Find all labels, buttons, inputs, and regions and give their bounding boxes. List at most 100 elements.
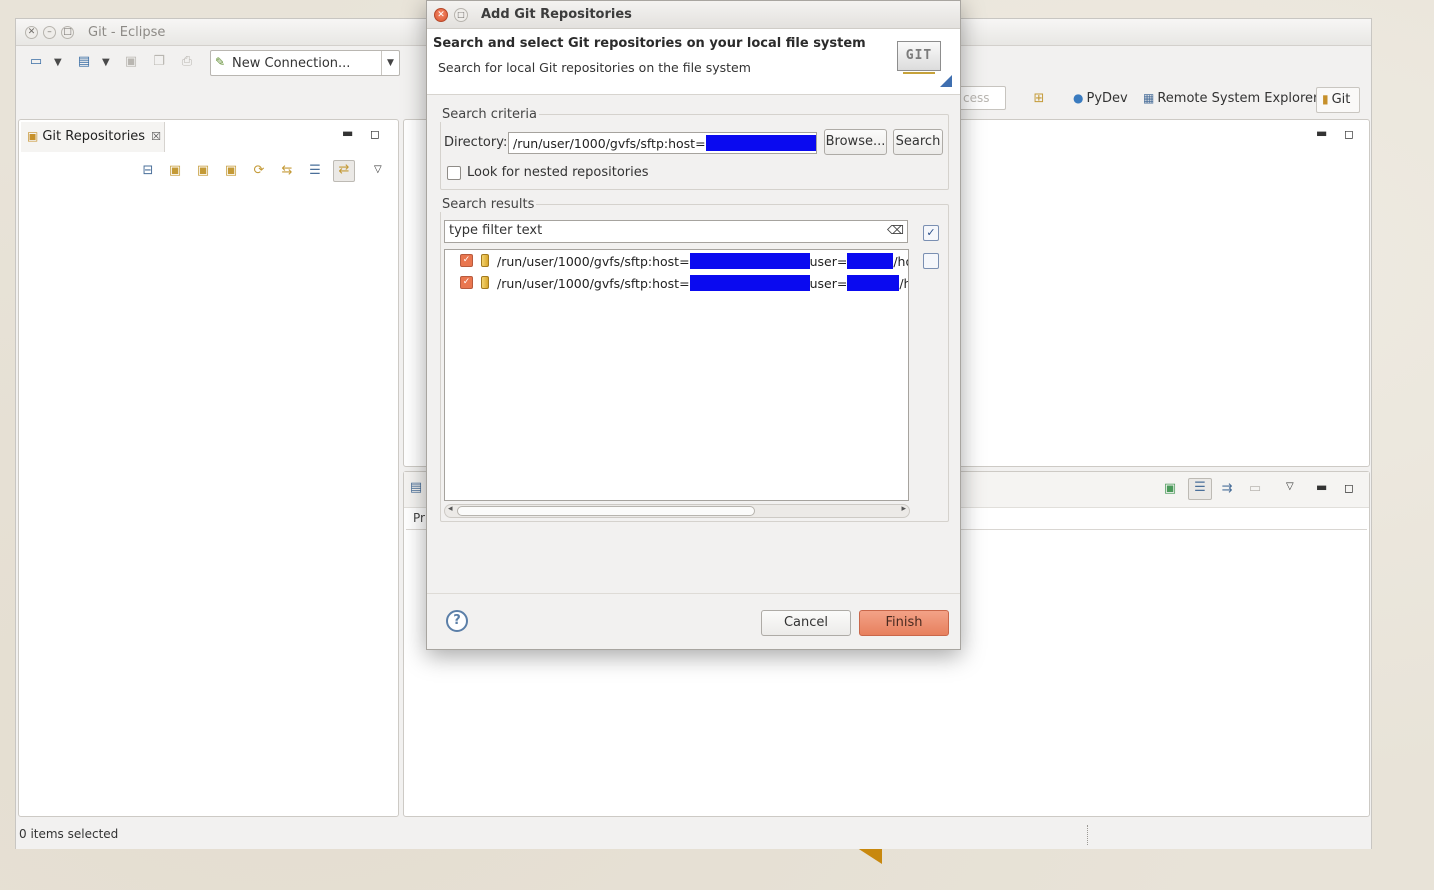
window-minimize-icon[interactable]: –	[43, 26, 56, 39]
show-categories-icon[interactable]: ☰	[1188, 478, 1212, 500]
git-logo-stand	[903, 72, 935, 77]
repository-path: /run/user/1000/gvfs/sftp:host= user= /hor	[497, 253, 908, 269]
maximize-view-icon[interactable]: ◻	[1344, 481, 1354, 495]
cancel-button[interactable]: Cancel	[761, 610, 851, 636]
minimize-view-icon[interactable]: ▬	[1316, 480, 1327, 494]
path-user: user=	[809, 276, 848, 291]
directory-label: Directory:	[444, 135, 508, 150]
perspective-git-label: Git	[1331, 92, 1351, 107]
link-with-editor-icon[interactable]: ⇄	[333, 160, 355, 182]
scroll-right-icon[interactable]: ▸	[901, 504, 906, 514]
redacted-host	[689, 275, 810, 291]
repository-path: /run/user/1000/gvfs/sftp:host= user= /hor	[497, 275, 908, 291]
window-maximize-icon[interactable]: □	[61, 26, 74, 39]
window-close-icon[interactable]: ✕	[25, 26, 38, 39]
nested-repositories-checkbox[interactable]	[447, 166, 461, 180]
scrollbar-thumb[interactable]	[457, 506, 755, 516]
clear-filter-icon[interactable]: ⌫	[887, 223, 904, 237]
perspective-pydev-label: PyDev	[1086, 91, 1128, 106]
repository-icon	[481, 276, 489, 289]
banner-description: Search for local Git repositories on the…	[438, 60, 751, 75]
open-perspective-icon[interactable]: ⊞	[1030, 90, 1048, 108]
status-separator	[1087, 825, 1088, 845]
browse-button[interactable]: Browse...	[824, 129, 887, 155]
close-icon[interactable]: ☒	[151, 130, 161, 143]
result-checkbox[interactable]: ✓	[460, 276, 473, 289]
close-icon[interactable]: ✕	[434, 8, 448, 22]
show-advanced-icon[interactable]: ⇉	[1218, 480, 1236, 498]
nested-repositories-label: Look for nested repositories	[467, 165, 649, 180]
new-connection-label: New Connection...	[232, 56, 351, 71]
save-all-icon[interactable]: ❐	[150, 53, 168, 71]
rse-icon: ▦	[1143, 91, 1155, 105]
status-bar: 0 items selected	[16, 821, 1371, 849]
perspective-rse[interactable]: ▦ Remote System Explorer	[1138, 87, 1323, 113]
maximize-editor-icon[interactable]: ◻	[1344, 127, 1354, 141]
refresh-icon[interactable]: ⟳	[250, 162, 268, 180]
directory-field[interactable]: /run/user/1000/gvfs/sftp:host=	[508, 132, 817, 154]
scroll-left-icon[interactable]: ◂	[448, 504, 453, 514]
path-prefix: /run/user/1000/gvfs/sftp:host=	[497, 254, 690, 269]
pydev-icon: ●	[1073, 91, 1084, 105]
new-connection-combo[interactable]: ✎ New Connection... ▼	[210, 50, 400, 76]
add-repository-icon[interactable]: ▣	[166, 162, 184, 180]
tab-git-repositories[interactable]: ▣ Git Repositories ☒	[21, 122, 165, 152]
result-checkbox[interactable]: ✓	[460, 254, 473, 267]
git-logo-icon: GIT	[897, 41, 941, 71]
quick-access-field[interactable]: cess	[954, 86, 1006, 110]
list-item[interactable]: ✓ /run/user/1000/gvfs/sftp:host= user= /ho…	[445, 273, 908, 293]
help-icon[interactable]: ?	[446, 610, 468, 632]
new-file-icon[interactable]: ▭	[27, 53, 45, 71]
collapse-all-icon[interactable]: ⊟	[139, 162, 157, 180]
deselect-all-icon[interactable]	[923, 253, 939, 269]
view-menu-icon[interactable]: ▽	[1286, 481, 1294, 492]
banner-corner-icon	[940, 75, 952, 87]
perspective-pydev[interactable]: ● PyDev	[1068, 87, 1133, 113]
save-icon[interactable]: ▣	[122, 53, 140, 71]
path-suffix: /hor	[899, 276, 908, 291]
restore-default-icon[interactable]: ▭	[1246, 480, 1264, 498]
perspective-git[interactable]: ▮ Git	[1316, 87, 1360, 113]
dialog-titlebar: ✕ □ Add Git Repositories	[427, 1, 960, 29]
results-list[interactable]: ✓ /run/user/1000/gvfs/sftp:host= user= /ho…	[444, 249, 909, 501]
new-project-icon[interactable]: ▤	[75, 53, 93, 71]
maximize-icon[interactable]: □	[454, 8, 468, 22]
directory-value: /run/user/1000/gvfs/sftp:host=	[513, 136, 706, 151]
print-icon[interactable]: ⎙	[178, 53, 196, 71]
new-window-icon[interactable]: ▣	[1161, 480, 1179, 498]
project-dropdown-icon[interactable]: ▼	[102, 57, 110, 68]
minimize-view-icon[interactable]: ▬	[342, 126, 353, 140]
path-prefix: /run/user/1000/gvfs/sftp:host=	[497, 276, 690, 291]
path-user: user=	[809, 254, 848, 269]
filter-input[interactable]: type filter text ⌫	[444, 220, 908, 243]
chevron-down-icon[interactable]: ▼	[381, 51, 399, 75]
create-repository-icon[interactable]: ▣	[222, 162, 240, 180]
minimize-editor-icon[interactable]: ▬	[1316, 126, 1327, 140]
git-repositories-icon: ▣	[27, 129, 39, 143]
select-all-icon[interactable]: ✓	[923, 225, 939, 241]
horizontal-scrollbar[interactable]: ◂ ▸	[444, 504, 910, 518]
hierarchical-layout-icon[interactable]: ☰	[306, 162, 324, 180]
link-with-selection-icon[interactable]: ⇆	[278, 162, 296, 180]
redacted-host	[689, 253, 810, 269]
path-suffix: /hor	[893, 254, 908, 269]
window-title: Git - Eclipse	[88, 25, 166, 40]
dialog-title: Add Git Repositories	[481, 7, 632, 22]
redacted-host	[705, 135, 816, 151]
perspective-rse-label: Remote System Explorer	[1157, 91, 1319, 106]
maximize-view-icon[interactable]: ◻	[370, 127, 380, 141]
list-item[interactable]: ✓ /run/user/1000/gvfs/sftp:host= user= /ho…	[445, 251, 908, 271]
view-menu-icon[interactable]: ▽	[374, 164, 382, 175]
dialog-banner: Search and select Git repositories on yo…	[427, 29, 960, 95]
repository-icon	[481, 254, 489, 267]
search-button[interactable]: Search	[893, 129, 943, 155]
status-text: 0 items selected	[19, 827, 119, 841]
connection-icon: ✎	[215, 55, 226, 69]
clone-repository-icon[interactable]: ▣	[194, 162, 212, 180]
finish-button[interactable]: Finish	[859, 610, 949, 636]
search-criteria-label: Search criteria	[440, 107, 539, 122]
filter-placeholder: type filter text	[449, 223, 543, 238]
properties-icon[interactable]: ▤	[407, 479, 425, 497]
tab-git-repositories-label: Git Repositories	[42, 129, 146, 144]
new-dropdown-icon[interactable]: ▼	[54, 57, 62, 68]
